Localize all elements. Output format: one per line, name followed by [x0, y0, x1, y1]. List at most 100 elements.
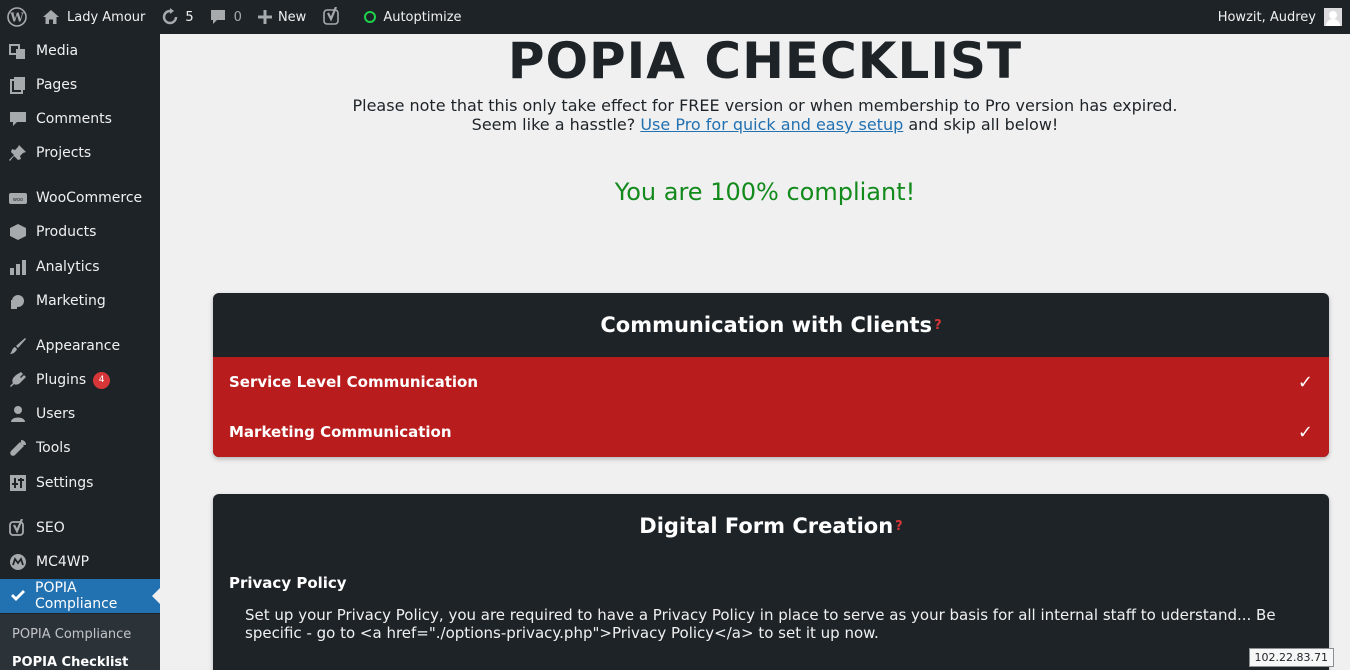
users-icon [0, 405, 36, 423]
wrench-icon [0, 439, 36, 457]
checklist-row-label: Marketing Communication [229, 423, 452, 441]
privacy-policy-description: Set up your Privacy Policy, you are requ… [245, 606, 1276, 642]
sidebar-item-pages[interactable]: Pages [0, 68, 160, 102]
sidebar-item-analytics[interactable]: Analytics [0, 250, 160, 284]
brush-icon [0, 337, 36, 355]
megaphone-icon [0, 292, 36, 310]
svg-text:W: W [9, 11, 24, 25]
help-question-icon[interactable]: ? [934, 318, 942, 333]
sidebar-item-woocommerce[interactable]: woo WooCommerce [0, 181, 160, 215]
sidebar-item-label: POPIA Compliance [35, 580, 118, 612]
card-communication-with-clients: Communication with Clients? Service Leve… [213, 293, 1329, 457]
sidebar-item-settings[interactable]: Settings [0, 466, 160, 500]
note-line-1: Please note that this only take effect f… [352, 96, 1178, 115]
comments-link[interactable]: 0 [202, 0, 250, 34]
sidebar-item-mc4wp[interactable]: MC4WP [0, 545, 160, 579]
plugins-update-badge: 4 [93, 371, 111, 389]
sidebar-item-seo[interactable]: SEO [0, 511, 160, 545]
use-pro-link[interactable]: Use Pro for quick and easy setup [640, 115, 903, 134]
greeting: Howzit, Audrey [1217, 9, 1316, 25]
sidebar-item-label: Plugins [36, 372, 87, 388]
page-title: POPIA CHECKLIST [507, 32, 1023, 90]
home-icon [42, 9, 60, 25]
comment-bubble-icon [210, 9, 226, 25]
sidebar-item-label: Marketing [36, 293, 106, 309]
main-content: POPIA CHECKLIST Please note that this on… [160, 32, 1350, 670]
sidebar-item-appearance[interactable]: Appearance [0, 329, 160, 363]
settings-icon [0, 474, 36, 492]
autoptimize-label: Autoptimize [383, 9, 462, 25]
sidebar-item-label: MC4WP [36, 554, 90, 570]
autoptimize-menu[interactable]: Autoptimize [356, 0, 469, 34]
sidebar-item-label: Users [36, 406, 76, 422]
sidebar-item-plugins[interactable]: Plugins 4 [0, 363, 160, 397]
sidebar-item-label: SEO [36, 520, 65, 536]
site-name-link[interactable]: Lady Amour [34, 0, 153, 34]
sidebar-item-products[interactable]: Products [0, 215, 160, 249]
sidebar-item-label: Products [36, 224, 97, 240]
yoast-menu[interactable] [314, 0, 350, 34]
card-title-text: Communication with Clients [600, 313, 933, 337]
sidebar-item-label: Comments [36, 111, 112, 127]
site-name: Lady Amour [67, 9, 146, 25]
admin-bar: W Lady Amour 5 0 New Autoptimize Howzit,… [0, 0, 1350, 34]
comments-count: 0 [233, 9, 242, 25]
comments-icon [0, 110, 36, 128]
checklist-row-service-level[interactable]: Service Level Communication ✓ [213, 357, 1329, 407]
checklist-row-marketing[interactable]: Marketing Communication ✓ [213, 407, 1329, 457]
checkmark-icon: ✓ [1297, 421, 1313, 443]
card-title: Communication with Clients? [213, 293, 1329, 357]
yoast-icon [0, 519, 36, 537]
updates-link[interactable]: 5 [153, 0, 201, 34]
sidebar-item-label: Media [36, 43, 79, 59]
plus-icon [257, 10, 272, 24]
privacy-policy-title: Privacy Policy [229, 574, 347, 592]
sidebar-item-media[interactable]: Media [0, 34, 160, 68]
submenu-item-popia-compliance[interactable]: POPIA Compliance [12, 627, 131, 642]
sidebar-item-tools[interactable]: Tools [0, 431, 160, 465]
my-account-menu[interactable]: Howzit, Audrey [1210, 0, 1350, 34]
sidebar-item-label: Analytics [36, 259, 100, 275]
yoast-icon [322, 7, 342, 27]
new-label: New [277, 9, 307, 25]
sidebar-item-projects[interactable]: Projects [0, 136, 160, 170]
sidebar-item-label: Settings [36, 475, 94, 491]
ip-address-tooltip: 102.22.83.71 [1248, 648, 1334, 667]
checklist-row-label: Service Level Communication [229, 373, 479, 391]
card-title-text: Digital Form Creation [639, 514, 894, 538]
card-title: Digital Form Creation? [213, 494, 1329, 558]
sidebar-item-label: Tools [36, 440, 71, 456]
refresh-icon [161, 8, 179, 26]
note-line-2-post: and skip all below! [903, 115, 1059, 134]
note-line-2: Seem like a hasstle? Use Pro for quick a… [160, 115, 1350, 134]
compliance-status: You are 100% compliant! [614, 178, 916, 206]
popia-submenu: POPIA Compliance POPIA Checklist [0, 614, 160, 670]
card-digital-form-creation: Digital Form Creation? Privacy Policy Se… [213, 494, 1329, 670]
check-icon [0, 587, 35, 605]
analytics-icon [0, 258, 36, 276]
pages-icon [0, 76, 36, 94]
media-icon [0, 42, 36, 60]
sidebar-item-marketing[interactable]: Marketing [0, 284, 160, 318]
note-line-2-pre: Seem like a hasstle? [471, 115, 641, 134]
pro-note: Please note that this only take effect f… [160, 96, 1350, 134]
sidebar-item-label: Pages [36, 77, 78, 93]
sidebar-item-popia-compliance[interactable]: POPIA Compliance [0, 579, 160, 613]
submenu-item-popia-checklist[interactable]: POPIA Checklist [12, 655, 128, 670]
mc4wp-icon [0, 553, 36, 571]
sidebar-item-users[interactable]: Users [0, 397, 160, 431]
sidebar-item-comments[interactable]: Comments [0, 102, 160, 136]
sidebar-item-label: Projects [36, 145, 92, 161]
avatar [1324, 8, 1342, 26]
checkmark-icon: ✓ [1297, 371, 1313, 393]
woocommerce-icon: woo [0, 189, 36, 207]
status-dot-icon [364, 11, 377, 23]
new-content-link[interactable]: New [250, 0, 314, 34]
help-question-icon[interactable]: ? [895, 519, 903, 534]
plugin-icon [0, 371, 36, 389]
admin-sidebar: Media Pages Comments Projects woo WooCom… [0, 34, 160, 670]
wordpress-logo-icon[interactable]: W [0, 0, 34, 34]
sidebar-item-label: WooCommerce [36, 190, 143, 206]
pin-icon [0, 144, 36, 162]
sidebar-item-label: Appearance [36, 338, 121, 354]
